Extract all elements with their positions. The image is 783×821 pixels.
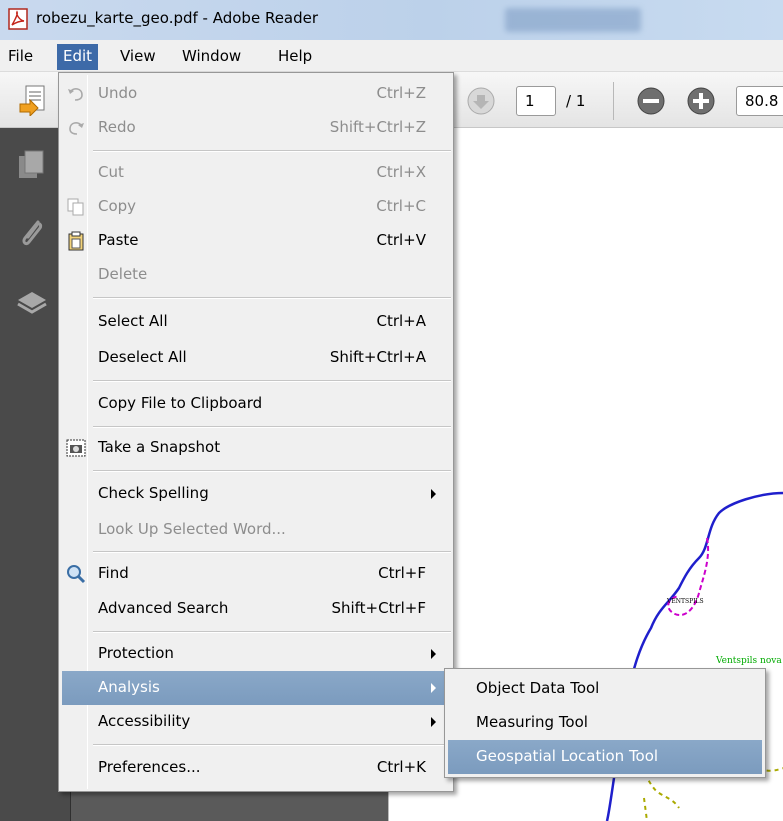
submenu-arrow-icon: [431, 683, 436, 693]
menu-item-check-spelling[interactable]: Check Spelling: [62, 477, 450, 511]
edit-menu: Undo Ctrl+Z Redo Shift+Ctrl+Z Cut Ctrl+X…: [58, 72, 454, 792]
menu-separator: [93, 631, 451, 633]
attachments-icon[interactable]: [16, 216, 48, 250]
menu-item-cut[interactable]: Cut Ctrl+X: [62, 156, 450, 190]
menu-view[interactable]: View: [114, 44, 162, 70]
menu-help[interactable]: Help: [272, 44, 318, 70]
map-label-ventspils: VENTSPILS: [667, 598, 704, 605]
menu-item-take-snapshot[interactable]: Take a Snapshot: [62, 431, 450, 465]
menu-item-protection[interactable]: Protection: [62, 637, 450, 671]
window-title: robezu_karte_geo.pdf - Adobe Reader: [36, 9, 319, 27]
camera-icon: [66, 439, 86, 457]
page-number-input[interactable]: 1: [516, 86, 556, 116]
submenu-item-object-data-tool[interactable]: Object Data Tool: [448, 672, 762, 706]
menu-item-redo[interactable]: Redo Shift+Ctrl+Z: [62, 111, 450, 145]
create-pdf-icon[interactable]: [18, 84, 48, 116]
copy-icon: [67, 198, 84, 216]
paste-icon: [68, 231, 84, 251]
menu-item-advanced-search[interactable]: Advanced Search Shift+Ctrl+F: [62, 592, 450, 626]
menu-bar: File Edit View Window Help: [0, 40, 783, 72]
menu-separator: [93, 470, 451, 472]
undo-icon: [68, 88, 83, 101]
menu-window[interactable]: Window: [176, 44, 247, 70]
menu-separator: [93, 551, 451, 553]
menu-item-analysis[interactable]: Analysis: [62, 671, 450, 705]
menu-item-preferences[interactable]: Preferences... Ctrl+K: [62, 751, 450, 785]
submenu-item-measuring-tool[interactable]: Measuring Tool: [448, 706, 762, 740]
blurred-region: [505, 8, 641, 32]
toolbar-separator: [613, 82, 614, 120]
analysis-submenu: Object Data Tool Measuring Tool Geospati…: [444, 668, 766, 778]
adobe-reader-icon: [8, 8, 28, 30]
menu-separator: [93, 150, 451, 152]
menu-item-copy[interactable]: Copy Ctrl+C: [62, 190, 450, 224]
zoom-out-icon[interactable]: [636, 86, 666, 116]
menu-separator: [93, 380, 451, 382]
menu-item-look-up-word[interactable]: Look Up Selected Word...: [62, 513, 450, 547]
menu-separator: [93, 426, 451, 428]
menu-item-select-all[interactable]: Select All Ctrl+A: [62, 305, 450, 339]
submenu-arrow-icon: [431, 489, 436, 499]
menu-item-delete[interactable]: Delete: [62, 258, 450, 292]
menu-item-accessibility[interactable]: Accessibility: [62, 705, 450, 739]
menu-file[interactable]: File: [2, 44, 39, 70]
submenu-arrow-icon: [431, 717, 436, 727]
zoom-in-icon[interactable]: [686, 86, 716, 116]
menu-item-copy-file-to-clipboard[interactable]: Copy File to Clipboard: [62, 387, 450, 421]
search-icon: [67, 565, 86, 584]
map-label-green: Ventspils nova: [716, 656, 782, 666]
menu-edit[interactable]: Edit: [57, 44, 99, 70]
menu-item-find[interactable]: Find Ctrl+F: [62, 557, 450, 591]
title-bar: robezu_karte_geo.pdf - Adobe Reader: [0, 0, 783, 40]
menu-separator: [93, 297, 451, 299]
submenu-arrow-icon: [431, 649, 436, 659]
zoom-input[interactable]: 80.8: [736, 86, 783, 116]
submenu-item-geospatial-location-tool[interactable]: Geospatial Location Tool: [448, 740, 762, 774]
menu-item-undo[interactable]: Undo Ctrl+Z: [62, 77, 450, 111]
layers-icon[interactable]: [16, 284, 48, 318]
pages-icon[interactable]: [16, 148, 48, 182]
menu-separator: [93, 744, 451, 746]
redo-icon: [69, 122, 84, 135]
next-page-icon[interactable]: [466, 86, 496, 116]
menu-item-paste[interactable]: Paste Ctrl+V: [62, 224, 450, 258]
page-total: / 1: [566, 92, 586, 110]
menu-item-deselect-all[interactable]: Deselect All Shift+Ctrl+A: [62, 341, 450, 375]
